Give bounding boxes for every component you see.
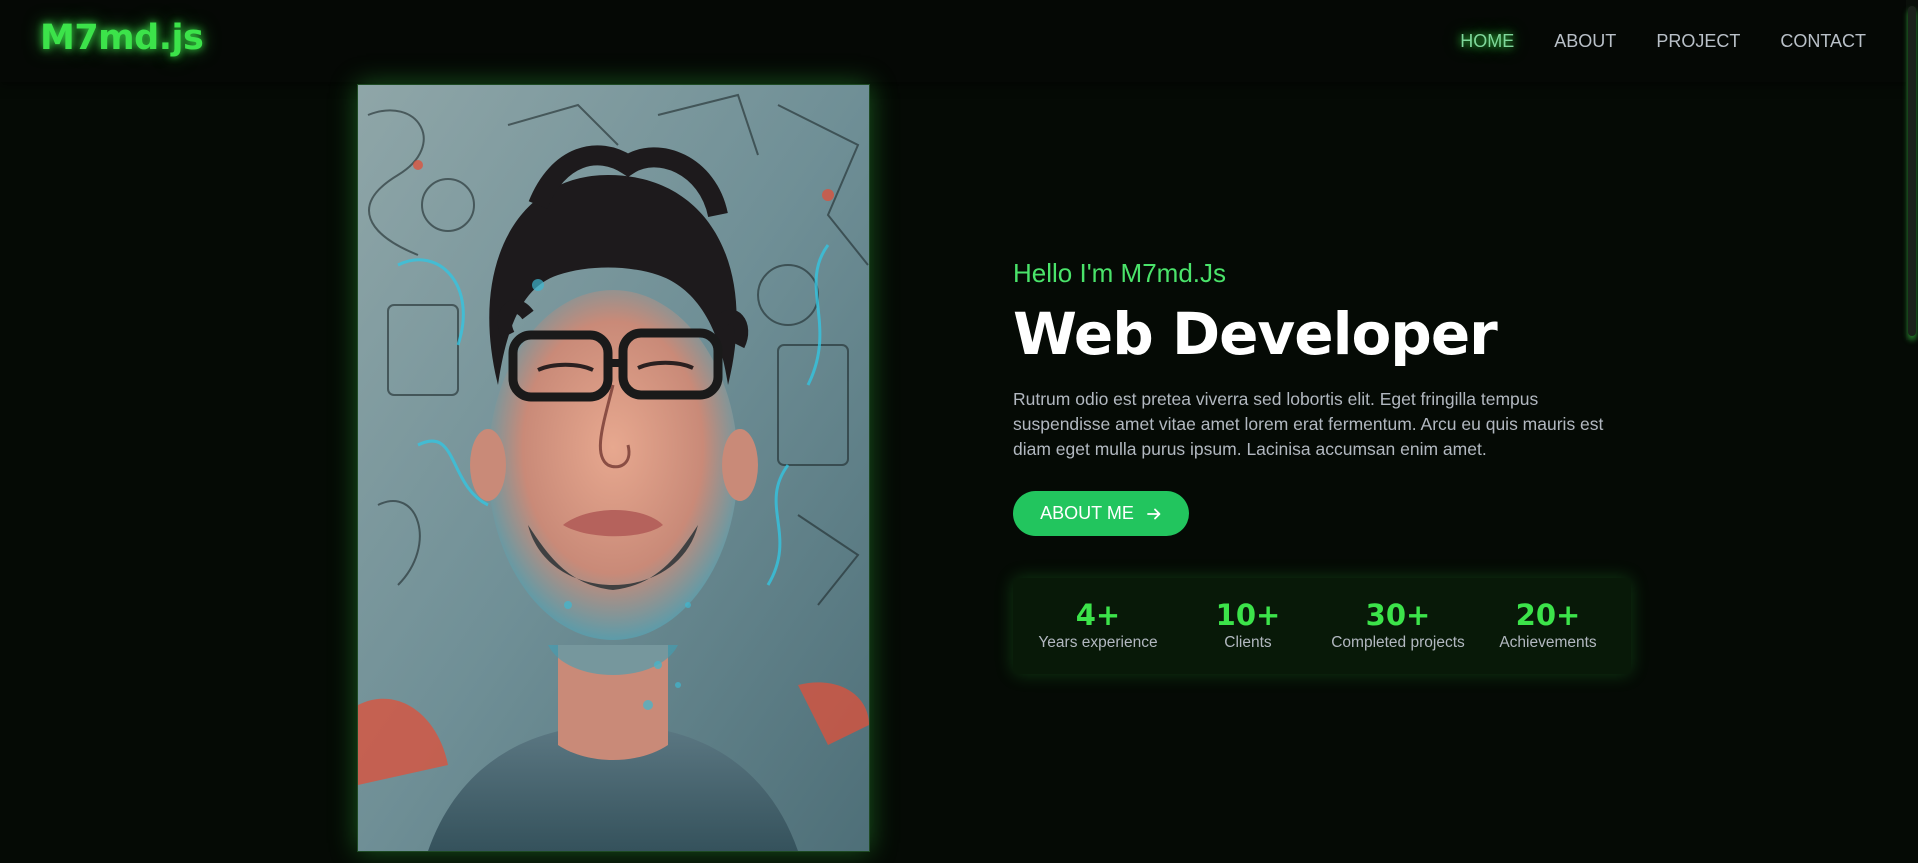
stat-clients: 10+ Clients <box>1173 598 1323 652</box>
stat-value: 10+ <box>1215 598 1281 632</box>
stat-value: 20+ <box>1515 598 1581 632</box>
stat-label: Clients <box>1224 634 1272 651</box>
scrollbar-thumb[interactable] <box>1908 6 1916 336</box>
site-header: M7md.js HOME ABOUT PROJECT CONTACT <box>0 0 1918 82</box>
nav-project[interactable]: PROJECT <box>1656 31 1740 52</box>
about-me-label: ABOUT ME <box>1040 503 1134 523</box>
hero-title: Web Developer <box>1013 300 1498 368</box>
main-nav: HOME ABOUT PROJECT CONTACT <box>1460 31 1866 52</box>
arrow-right-icon <box>1146 508 1161 519</box>
stat-value: 4+ <box>1075 598 1121 632</box>
hero-section: Hello I'm M7md.Js Web Developer Rutrum o… <box>1013 258 1631 674</box>
site-logo[interactable]: M7md.js <box>40 18 204 58</box>
stats-panel: 4+ Years experience 10+ Clients 30+ Comp… <box>1013 578 1631 674</box>
stat-years-experience: 4+ Years experience <box>1023 598 1173 652</box>
stat-value: 30+ <box>1365 598 1431 632</box>
hero-greeting: Hello I'm M7md.Js <box>1013 258 1227 288</box>
nav-about[interactable]: ABOUT <box>1554 31 1616 52</box>
portrait-image <box>357 84 870 852</box>
nav-home[interactable]: HOME <box>1460 31 1514 52</box>
about-me-button[interactable]: ABOUT ME <box>1013 491 1189 536</box>
nav-contact[interactable]: CONTACT <box>1780 31 1866 52</box>
hero-description: Rutrum odio est pretea viverra sed lobor… <box>1013 388 1604 459</box>
stat-label: Achievements <box>1499 634 1597 651</box>
stat-achievements: 20+ Achievements <box>1473 598 1623 652</box>
stat-completed-projects: 30+ Completed projects <box>1323 598 1473 652</box>
stat-label: Completed projects <box>1331 634 1465 651</box>
page-scrollbar[interactable] <box>1906 0 1918 340</box>
stat-label: Years experience <box>1038 634 1158 651</box>
